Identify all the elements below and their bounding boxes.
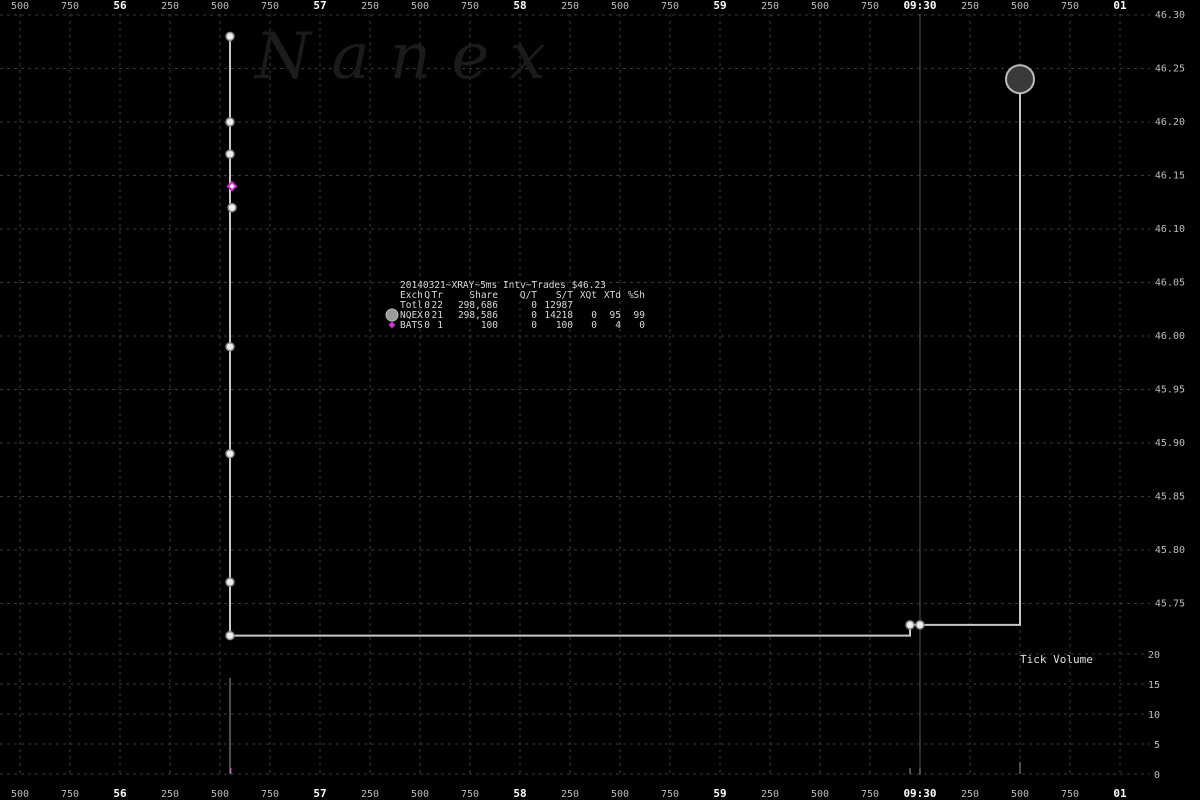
x-tick-label: 500: [1011, 789, 1029, 800]
x-tick-label: 250: [361, 1, 379, 12]
legend-cell: 0: [424, 320, 430, 331]
trade-point-nqex: [905, 620, 915, 630]
x-tick-label: 500: [611, 789, 629, 800]
y-tick-label: 46.30: [1155, 10, 1185, 21]
x-tick-label: 57: [313, 787, 326, 800]
x-tick-label: 750: [261, 789, 279, 800]
trade-point-nqex-large: [1005, 64, 1035, 95]
x-tick-label: 750: [861, 789, 879, 800]
volume-tick-label: 5: [1154, 740, 1160, 751]
tick-volume-label: Tick Volume: [1020, 653, 1093, 666]
trade-point-nqex: [225, 577, 235, 587]
volume-tick-label: 20: [1148, 650, 1160, 661]
y-tick-label: 45.95: [1155, 385, 1185, 396]
y-tick-label: 45.80: [1155, 545, 1185, 556]
volume-tick-label: 15: [1148, 680, 1160, 691]
trade-point-nqex: [915, 620, 925, 630]
x-tick-label: 750: [861, 1, 879, 12]
trade-point-nqex: [225, 117, 235, 127]
x-tick-label: 250: [961, 789, 979, 800]
x-tick-label: 500: [411, 1, 429, 12]
x-tick-label: 750: [61, 1, 79, 12]
x-tick-label: 750: [661, 789, 679, 800]
x-tick-label: 57: [313, 0, 326, 12]
trade-point-nqex: [227, 202, 237, 213]
x-tick-label: 09:30: [903, 0, 936, 12]
x-tick-label: 58: [513, 0, 526, 12]
x-tick-label: 250: [161, 1, 179, 12]
trade-point-nqex: [225, 630, 235, 641]
x-tick-label: 500: [1011, 1, 1029, 12]
legend-cell: 4: [615, 320, 621, 331]
x-tick-label: 750: [1061, 1, 1079, 12]
legend-cell: 100: [481, 320, 498, 331]
x-tick-label: 58: [513, 787, 526, 800]
x-tick-label: 09:30: [903, 787, 936, 800]
x-tick-label: 750: [1061, 789, 1079, 800]
y-tick-label: 46.00: [1155, 331, 1185, 342]
x-tick-label: 500: [611, 1, 629, 12]
trade-point-nqex: [225, 31, 235, 42]
legend-cell: 1: [437, 320, 443, 331]
legend-cell: XQt: [580, 290, 597, 301]
x-tick-label: 56: [113, 0, 127, 12]
price-chart: N a n e x 500 750 56 250 500 750 57 250 500 750 58…: [0, 0, 1200, 800]
x-tick-label: 250: [361, 789, 379, 800]
x-tick-label: 250: [561, 1, 579, 12]
x-tick-label: 59: [713, 787, 726, 800]
x-tick-label: 750: [261, 1, 279, 12]
y-tick-label: 45.85: [1155, 492, 1185, 503]
x-tick-label: 250: [961, 1, 979, 12]
x-tick-label: 500: [211, 789, 229, 800]
trade-point-nqex: [225, 149, 235, 159]
x-tick-label: 59: [713, 0, 726, 12]
x-tick-label: 500: [811, 789, 829, 800]
x-tick-label: 250: [561, 789, 579, 800]
legend-cell: XTd: [604, 290, 621, 301]
x-tick-label: 250: [761, 789, 779, 800]
x-tick-label: 750: [61, 789, 79, 800]
y-tick-label: 46.20: [1155, 117, 1185, 128]
legend-marker-nqex: [385, 308, 399, 322]
trade-point-nqex: [225, 448, 235, 459]
x-tick-label: 750: [661, 1, 679, 12]
x-tick-label: 750: [461, 1, 479, 12]
x-tick-label: 500: [811, 1, 829, 12]
watermark: N a n e x: [253, 20, 546, 94]
legend-cell: 0: [531, 320, 537, 331]
legend-cell: 0: [639, 320, 645, 331]
volume-tick-label: 10: [1148, 710, 1160, 721]
x-tick-label: 56: [113, 787, 127, 800]
y-tick-label: 46.05: [1155, 278, 1185, 289]
legend-cell: BATS: [400, 320, 423, 331]
x-tick-label: 250: [161, 789, 179, 800]
x-tick-label: 01: [1113, 787, 1127, 800]
legend-cell: 100: [556, 320, 573, 331]
x-tick-label: 500: [211, 1, 229, 12]
x-tick-label: 500: [11, 789, 29, 800]
trade-point-nqex: [225, 341, 235, 352]
y-tick-label: 45.75: [1155, 599, 1185, 610]
y-tick-label: 45.90: [1155, 438, 1185, 449]
x-tick-label: 250: [761, 1, 779, 12]
x-tick-label: 500: [411, 789, 429, 800]
legend-cell: 0: [591, 320, 597, 331]
y-tick-label: 46.10: [1155, 224, 1185, 235]
x-tick-label: 500: [11, 1, 29, 12]
y-tick-label: 46.15: [1155, 171, 1185, 182]
x-tick-label: 750: [461, 789, 479, 800]
legend-cell: %Sh: [628, 290, 645, 301]
volume-tick-label: 0: [1154, 770, 1160, 781]
x-tick-label: 01: [1113, 0, 1127, 12]
y-tick-label: 46.25: [1155, 64, 1185, 75]
